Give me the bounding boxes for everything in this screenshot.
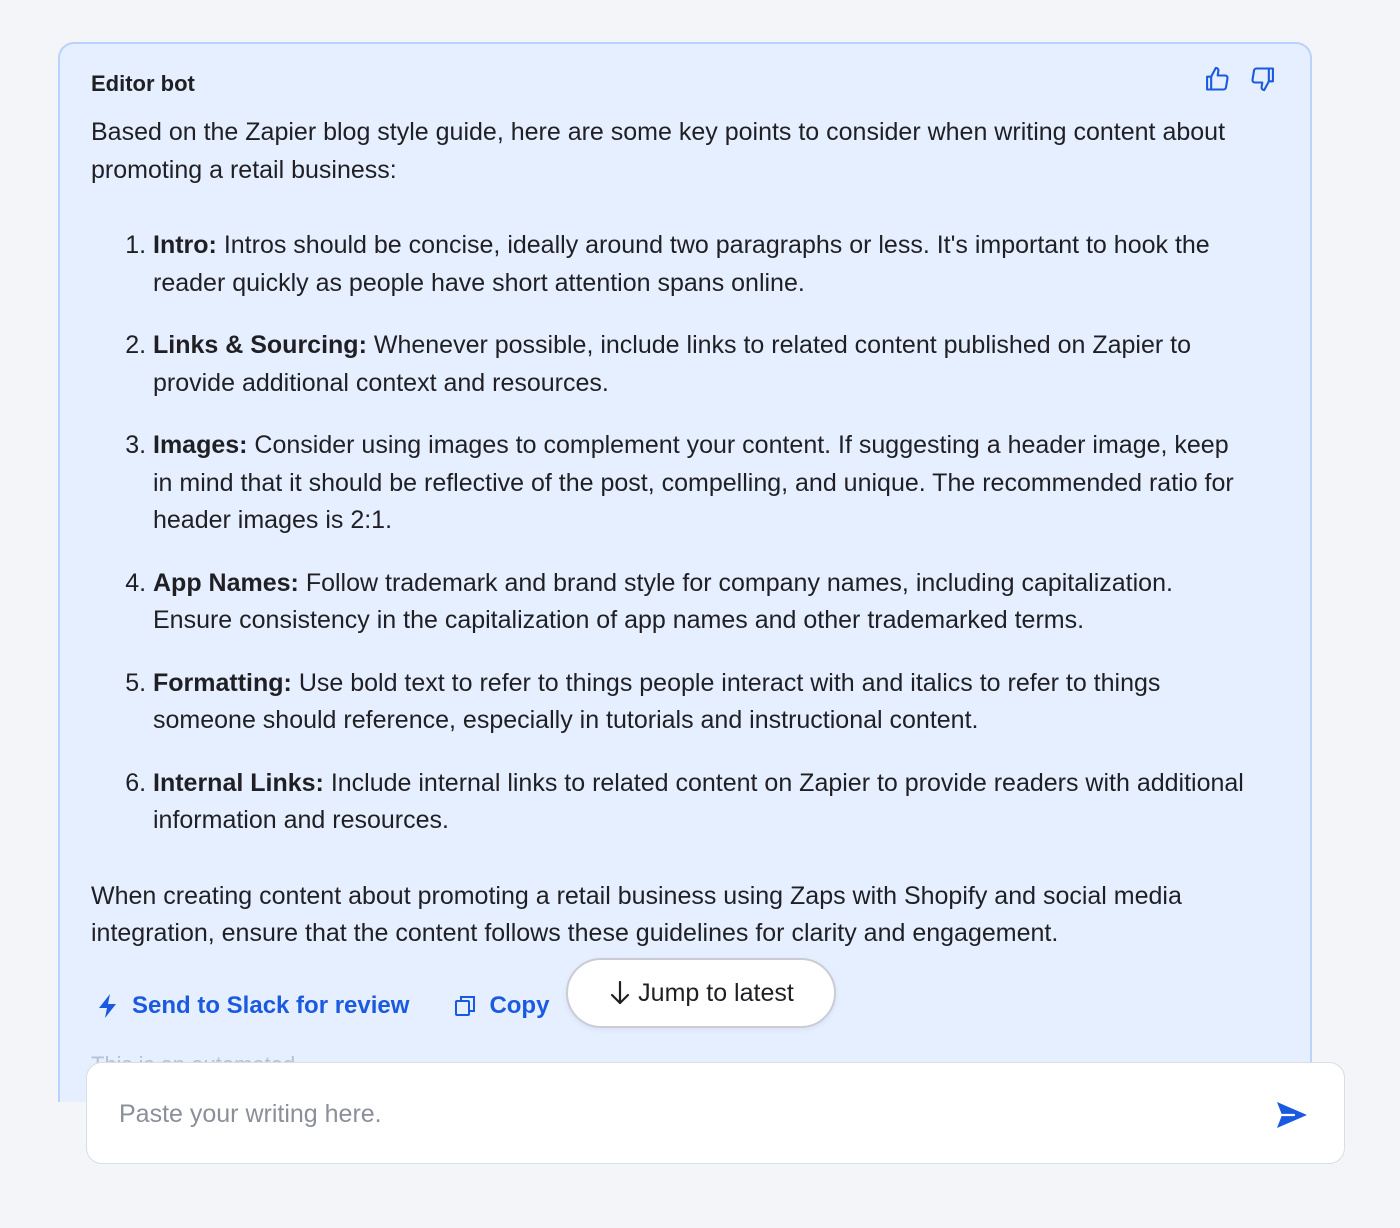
message-composer	[86, 1062, 1345, 1164]
send-to-slack-label: Send to Slack for review	[132, 992, 410, 1019]
list-item: Internal Links: Include internal links t…	[153, 765, 1253, 840]
list-item-title: Links & Sourcing:	[153, 331, 367, 359]
list-item-text: Consider using images to complement your…	[153, 431, 1234, 534]
chat-page: Editor bot Based on the Zapier blog styl…	[0, 0, 1400, 1228]
copy-button[interactable]: Copy	[453, 986, 549, 1026]
message-intro: Based on the Zapier blog style guide, he…	[91, 118, 1226, 184]
list-item: App Names: Follow trademark and brand st…	[153, 565, 1253, 640]
list-item: Links & Sourcing: Whenever possible, inc…	[153, 327, 1253, 402]
list-item-title: Internal Links:	[153, 768, 324, 797]
message-content: Editor bot Based on the Zapier blog styl…	[91, 68, 1251, 953]
send-to-slack-button[interactable]: Send to Slack for review	[96, 986, 409, 1026]
list-item-title: Formatting:	[153, 668, 292, 697]
message-closing: When creating content about promoting a …	[91, 881, 1182, 948]
bot-name: Editor bot	[91, 71, 195, 96]
thumbs-down-icon[interactable]	[1248, 64, 1278, 94]
writing-input[interactable]	[117, 1093, 1241, 1135]
list-item-text: Use bold text to refer to things people …	[153, 668, 1161, 735]
list-item: Images: Consider using images to complem…	[153, 427, 1253, 540]
list-item: Formatting: Use bold text to refer to th…	[153, 665, 1253, 740]
list-item-text: Intros should be concise, ideally around…	[153, 231, 1210, 297]
copy-label: Copy	[489, 992, 550, 1019]
message-actions: Send to Slack for review Copy	[96, 986, 549, 1026]
list-item-text: Follow trademark and brand style for com…	[153, 568, 1173, 635]
send-icon[interactable]	[1272, 1095, 1312, 1135]
jump-to-latest-button[interactable]: Jump to latest	[566, 958, 836, 1028]
list-item: Intro: Intros should be concise, ideally…	[153, 227, 1253, 302]
jump-to-latest-label: Jump to latest	[638, 978, 794, 1007]
lightning-icon	[99, 994, 116, 1018]
list-item-title: Intro:	[153, 231, 217, 259]
bot-message-card: Editor bot Based on the Zapier blog styl…	[58, 42, 1312, 1102]
list-item-title: Images:	[153, 431, 248, 459]
copy-icon	[455, 996, 476, 1016]
guideline-list: Intro: Intros should be concise, ideally…	[91, 227, 1253, 840]
list-item-title: App Names:	[153, 568, 299, 597]
arrow-down-icon	[611, 980, 630, 1005]
